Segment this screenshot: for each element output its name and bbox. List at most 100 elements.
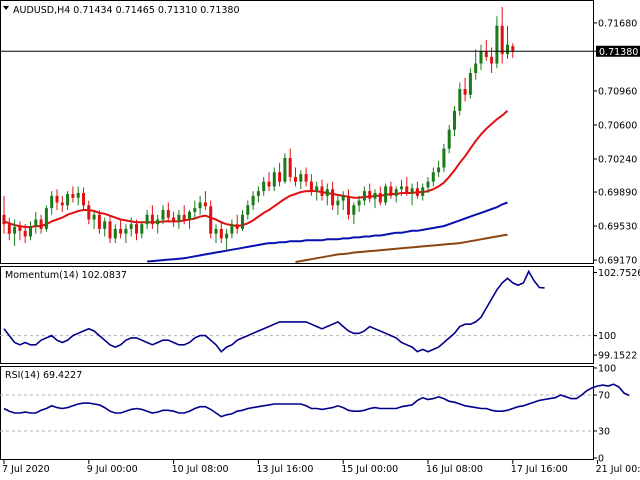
candle-body <box>278 172 282 182</box>
candle <box>325 183 329 206</box>
candle <box>256 186 260 203</box>
rsi-axis-tick-label: 70 <box>598 391 610 402</box>
candle <box>29 221 32 241</box>
candle <box>44 205 48 232</box>
moving-averages <box>3 110 509 263</box>
candle <box>50 191 54 215</box>
candle <box>92 211 96 229</box>
candle-body <box>309 181 313 192</box>
candle <box>66 191 70 211</box>
candle <box>389 181 393 199</box>
candle-body <box>479 51 483 64</box>
candle <box>474 49 478 80</box>
candle-body <box>129 224 133 229</box>
candle <box>262 176 266 196</box>
candle <box>453 106 456 137</box>
candle <box>140 221 144 239</box>
candle-body <box>230 224 234 234</box>
rsi-header: RSI(14) 69.4227 <box>5 370 82 381</box>
candle <box>309 174 313 196</box>
candle-body <box>331 189 335 206</box>
candle <box>60 195 64 212</box>
price-pane-frame <box>0 0 594 264</box>
candle <box>150 205 154 229</box>
candle <box>384 183 388 206</box>
collapse-triangle-icon[interactable] <box>3 6 9 10</box>
candle-body <box>50 195 54 209</box>
candle-body <box>347 195 350 215</box>
candle <box>113 224 117 244</box>
trading-chart[interactable]: 0.71680 0.71380 0.70960 0.70600 0.70240 0.698… <box>0 0 640 480</box>
candle-body <box>251 195 255 206</box>
candle <box>500 6 504 64</box>
candle <box>119 219 123 239</box>
candle-body <box>113 228 117 239</box>
candle <box>368 183 372 203</box>
candle-body <box>394 189 398 196</box>
candle-body <box>405 186 409 194</box>
candle-body <box>288 158 292 177</box>
candle <box>87 200 91 225</box>
candle-body <box>60 202 64 206</box>
candle-body <box>177 214 181 222</box>
candle <box>172 211 176 228</box>
candle-body <box>325 189 329 196</box>
moving-average-line <box>147 201 508 263</box>
candle <box>421 183 425 201</box>
candle <box>336 195 340 215</box>
candle <box>506 25 509 59</box>
candle <box>55 189 59 211</box>
candle-body <box>119 228 123 234</box>
candle-body <box>373 193 377 199</box>
candle <box>294 167 297 187</box>
candle-body <box>209 206 213 234</box>
candle-body <box>140 224 144 234</box>
candle-body <box>262 181 266 192</box>
candle-body <box>150 214 154 225</box>
candle-body <box>283 158 287 182</box>
candle <box>13 219 17 246</box>
candle <box>124 224 128 244</box>
candle <box>145 210 149 229</box>
time-axis-tick-label: 9 Jul 00:00 <box>87 464 138 475</box>
candle-body <box>246 205 250 215</box>
current-price-tag: 0.71380 <box>596 45 640 58</box>
time-axis-tick-label: 15 Jul 00:00 <box>341 464 398 475</box>
candle <box>108 214 112 244</box>
candle-body <box>495 25 499 64</box>
candle-body <box>198 202 202 209</box>
candle-body <box>18 227 22 231</box>
candle <box>71 186 75 203</box>
candle <box>219 221 223 244</box>
candle-body <box>188 211 191 220</box>
candle <box>188 210 191 229</box>
candle-body <box>368 191 372 199</box>
time-axis-tick-label: 16 Jul 08:00 <box>426 464 483 475</box>
price-axis-tick-label: 0.71680 <box>598 18 637 29</box>
candle <box>511 43 515 58</box>
candle <box>415 181 419 199</box>
candle-body <box>29 226 32 237</box>
candle <box>468 68 472 99</box>
candle-body <box>490 56 494 64</box>
candles <box>2 6 515 250</box>
candle <box>39 214 43 234</box>
candle <box>479 44 483 71</box>
candle <box>437 160 441 177</box>
reference-lines <box>0 335 594 432</box>
time-axis-tick-label: 7 Jul 2020 <box>2 464 50 475</box>
candle <box>214 224 218 244</box>
candle <box>362 186 366 206</box>
time-axis-tick-label: 13 Jul 16:00 <box>256 464 313 475</box>
candle-body <box>172 217 176 222</box>
candle-body <box>511 46 515 52</box>
candle-body <box>193 208 197 212</box>
momentum-axis-tick-label: 102.7526 <box>598 268 640 279</box>
candle-body <box>124 228 128 234</box>
candle-body <box>103 221 107 229</box>
candle-body <box>97 214 101 229</box>
candle-body <box>92 214 96 220</box>
candle <box>156 214 160 234</box>
candle-body <box>378 193 382 203</box>
candle-body <box>357 200 361 206</box>
